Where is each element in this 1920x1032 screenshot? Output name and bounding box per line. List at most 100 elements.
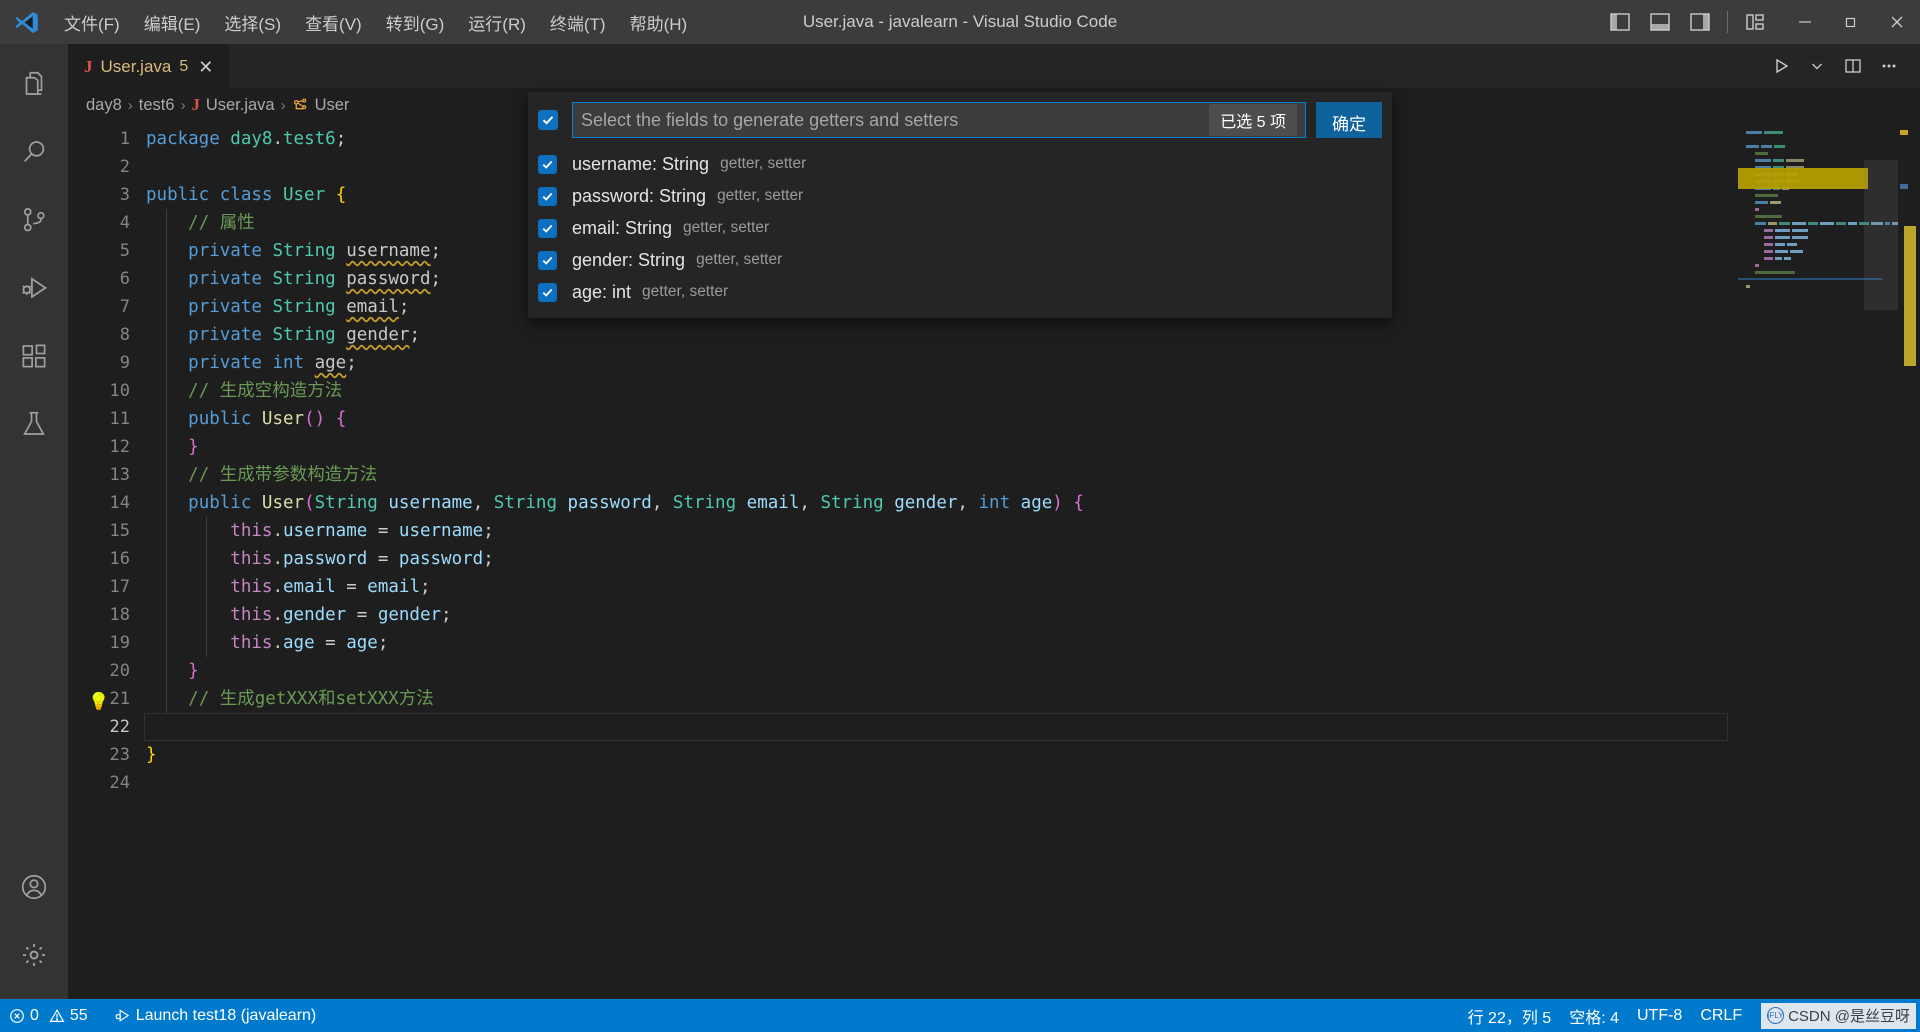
chevron-down-icon[interactable] [1800, 49, 1834, 83]
code-line[interactable]: 20 } [68, 657, 1738, 685]
code-line[interactable]: 22 [68, 713, 1738, 741]
minimap-block [1755, 152, 1768, 155]
line-number: 22 [68, 713, 146, 741]
toggle-secondary-sidebar-icon[interactable] [1681, 3, 1719, 41]
menu-run[interactable]: 运行(R) [456, 0, 538, 44]
menu-view[interactable]: 查看(V) [293, 0, 374, 44]
item-description: getter, setter [642, 283, 728, 301]
quick-pick-item[interactable]: gender: Stringgetter, setter [528, 244, 1392, 276]
toggle-primary-sidebar-icon[interactable] [1601, 3, 1639, 41]
line-number: 18 [68, 601, 146, 629]
more-actions-icon[interactable] [1872, 49, 1906, 83]
menu-help[interactable]: 帮助(H) [618, 0, 700, 44]
code-line[interactable]: 9 private int age; [68, 349, 1738, 377]
breadcrumb-separator: › [181, 97, 186, 114]
item-checkbox[interactable] [538, 219, 557, 238]
breadcrumb-item-test6[interactable]: test6 [139, 96, 175, 115]
maximize-button[interactable] [1828, 0, 1874, 44]
code-line[interactable]: 14 public User(String username, String p… [68, 489, 1738, 517]
breadcrumb-label: day8 [86, 96, 122, 115]
code-line[interactable]: 21💡 // 生成getXXX和setXXX方法 [68, 685, 1738, 713]
line-number: 15 [68, 517, 146, 545]
item-checkbox[interactable] [538, 251, 557, 270]
code-line[interactable]: 10 // 生成空构造方法 [68, 377, 1738, 405]
minimap-block [1764, 131, 1783, 134]
minimap-row [1744, 137, 1898, 142]
quick-pick-item[interactable]: password: Stringgetter, setter [528, 180, 1392, 212]
code-line-text: public class User { [146, 181, 346, 209]
code-line[interactable]: 18 this.gender = gender; [68, 601, 1738, 629]
minimap-row [1744, 130, 1898, 135]
code-line[interactable]: 16 this.password = password; [68, 545, 1738, 573]
code-line[interactable]: 12 } [68, 433, 1738, 461]
minimap-block [1764, 250, 1773, 253]
breadcrumb-item-day8[interactable]: day8 [86, 96, 122, 115]
activitybar-item-settings[interactable] [0, 921, 68, 989]
minimap-block [1779, 222, 1789, 225]
minimap-slider[interactable] [1864, 160, 1898, 310]
item-label: username: String [572, 154, 709, 175]
customize-layout-icon[interactable] [1736, 3, 1774, 41]
status-launch-config[interactable]: Launch test18 (javalearn) [105, 999, 326, 1032]
quick-pick-input-box[interactable]: 已选 5 项 [572, 102, 1306, 138]
item-checkbox[interactable] [538, 283, 557, 302]
minimap[interactable] [1738, 122, 1898, 999]
item-checkbox[interactable] [538, 187, 557, 206]
activitybar-item-extensions[interactable] [0, 322, 68, 390]
menu-file[interactable]: 文件(F) [52, 0, 132, 44]
editor-scrollbar[interactable] [1898, 122, 1920, 999]
item-label: age: int [572, 282, 631, 303]
menu-edit[interactable]: 编辑(E) [132, 0, 213, 44]
select-all-checkbox[interactable] [538, 110, 558, 130]
watermark: iFLY CSDN @是丝豆呀 [1761, 1003, 1916, 1029]
toggle-panel-icon[interactable] [1641, 3, 1679, 41]
confirm-button[interactable]: 确定 [1316, 102, 1382, 138]
status-cursor-position[interactable]: 行 22，列 5 [1459, 999, 1561, 1032]
item-checkbox[interactable] [538, 155, 557, 174]
activitybar-item-search[interactable] [0, 118, 68, 186]
quick-pick-item[interactable]: age: int getter, setter [528, 276, 1392, 308]
menu-selection[interactable]: 选择(S) [212, 0, 293, 44]
code-line[interactable]: 15 this.username = username; [68, 517, 1738, 545]
code-line[interactable]: 17 this.email = email; [68, 573, 1738, 601]
status-encoding[interactable]: UTF-8 [1628, 999, 1691, 1032]
activitybar-item-account[interactable] [0, 853, 68, 921]
check-icon [541, 254, 554, 267]
minimap-block [1755, 215, 1782, 218]
vscode-logo-icon [0, 10, 52, 35]
menu-terminal[interactable]: 终端(T) [538, 0, 618, 44]
code-line[interactable]: 19 this.age = age; [68, 629, 1738, 657]
status-problems[interactable]: 0 55 [0, 999, 97, 1032]
code-line-text: this.age = age; [146, 629, 388, 657]
activitybar-item-explorer[interactable] [0, 50, 68, 118]
quick-pick-item[interactable]: username: Stringgetter, setter [528, 148, 1392, 180]
activitybar-item-run-and-debug[interactable] [0, 254, 68, 322]
breadcrumb-item-user-class[interactable]: User [292, 96, 350, 115]
code-line[interactable]: 24 [68, 769, 1738, 797]
lightbulb-icon[interactable]: 💡 [88, 688, 109, 716]
code-line[interactable]: 8 private String gender; [68, 321, 1738, 349]
minimap-block [1746, 145, 1759, 148]
status-indentation[interactable]: 空格: 4 [1560, 999, 1628, 1032]
code-line[interactable]: 13 // 生成带参数构造方法 [68, 461, 1738, 489]
status-bar: 0 55 Launch test18 (javalearn) 行 22，列 5 … [0, 999, 1920, 1032]
activitybar-item-testing[interactable] [0, 390, 68, 458]
tab-user-java[interactable]: J User.java 5 ✕ [68, 44, 230, 88]
breadcrumb-item-user-java[interactable]: J User.java [192, 95, 275, 115]
quick-pick-item[interactable]: email: Stringgetter, setter [528, 212, 1392, 244]
minimap-row [1744, 144, 1898, 149]
code-line[interactable]: 11 public User() { [68, 405, 1738, 433]
extensions-icon [19, 341, 49, 371]
quick-pick-input[interactable] [581, 110, 1203, 131]
activitybar-item-source-control[interactable] [0, 186, 68, 254]
run-icon[interactable] [1764, 49, 1798, 83]
close-icon[interactable]: ✕ [196, 58, 215, 76]
code-line[interactable]: 23} [68, 741, 1738, 769]
minimize-button[interactable] [1782, 0, 1828, 44]
search-icon [19, 137, 49, 167]
close-button[interactable] [1874, 0, 1920, 44]
vscode-window: 文件(F) 编辑(E) 选择(S) 查看(V) 转到(G) 运行(R) 终端(T… [0, 0, 1920, 1032]
split-editor-icon[interactable] [1836, 49, 1870, 83]
menu-go[interactable]: 转到(G) [374, 0, 457, 44]
status-eol[interactable]: CRLF [1691, 999, 1751, 1032]
